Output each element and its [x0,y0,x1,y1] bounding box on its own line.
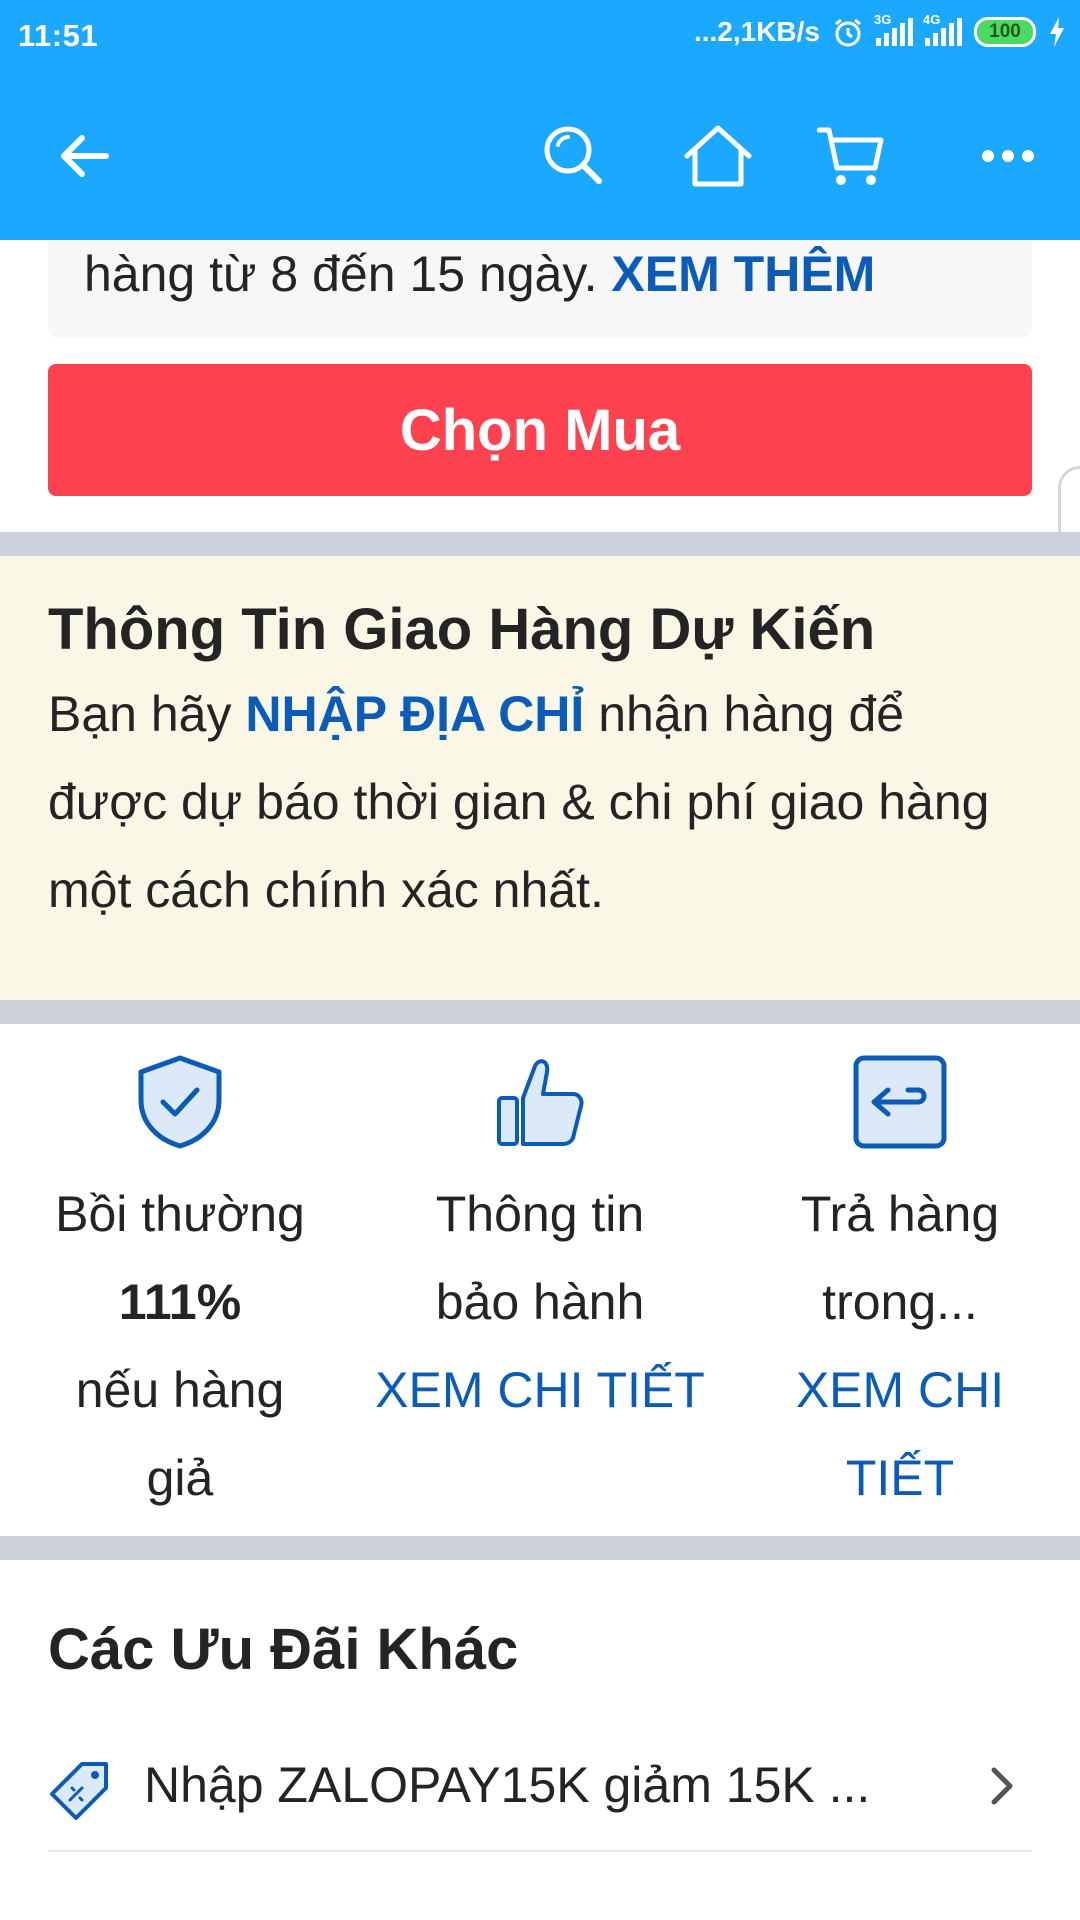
divider [0,1000,1080,1024]
see-more-link[interactable]: XEM THÊM [611,246,875,302]
benefit-text: Bồi thường 111% nếu hàng giả [55,1186,305,1506]
cart-icon [817,127,884,185]
shield-check-icon [138,1055,222,1149]
thumbs-up-icon [497,1059,584,1146]
benefit-return: Trả hàng trong... XEM CHI TIẾT [720,1052,1080,1522]
signal-icon: 3G [874,12,913,46]
search-icon [544,126,602,184]
more-button[interactable] [964,112,1052,200]
enter-address-link[interactable]: NHẬP ĐỊA CHỈ [245,686,584,742]
charging-icon [1050,17,1064,47]
view-details-link[interactable]: XEM CHI TIẾT [720,1346,1080,1522]
section-title: Các Ưu Đãi Khác [48,1617,519,1682]
other-offers-section: Các Ưu Đãi Khác Nhập ZALOPAY15K giảm 15K… [0,1564,1080,1920]
network-speed: ...2,1KB/s [693,16,820,47]
home-icon [684,125,752,187]
chevron-right-icon [991,1767,1013,1805]
battery-icon: 100 [974,17,1036,47]
section-title: Thông Tin Giao Hàng Dự Kiến [48,597,876,662]
divider [0,532,1080,556]
status-icons: ...2,1KB/s 3G 4G 100 [693,12,1066,48]
more-icon [982,150,1034,162]
view-details-link[interactable]: XEM CHI TIẾT [360,1346,720,1434]
benefit-compensation: Bồi thường 111% nếu hàng giả [0,1052,360,1522]
offer-item[interactable]: Nhập ZALOPAY15K giảm 15K ... [48,1732,1032,1852]
buy-button[interactable]: Chọn Mua [48,364,1032,496]
return-icon [853,1055,947,1149]
cart-button[interactable] [808,112,896,200]
shipping-info-section: Thông Tin Giao Hàng Dự Kiến Bạn hãy NHẬP… [0,556,1080,1000]
alarm-icon [835,18,861,47]
benefit-text: Trả hàng trong... [800,1186,1000,1330]
benefit-warranty: Thông tin bảo hành XEM CHI TIẾT [360,1052,720,1434]
divider [0,1536,1080,1560]
back-arrow-icon [61,135,109,177]
top-nav [0,72,1080,240]
signal-icon: 4G [923,12,962,46]
home-button[interactable] [674,112,762,200]
offer-label: Nhập ZALOPAY15K giảm 15K ... [144,1757,871,1813]
shipping-note-card: hàng từ 8 đến 15 ngày. XEM THÊM [48,240,1032,338]
search-button[interactable] [530,112,618,200]
status-bar: 11:51 ...2,1KB/s 3G 4G 100 [0,0,1080,72]
back-button[interactable] [40,112,128,200]
benefits-section: Bồi thường 111% nếu hàng giả Thông tin b… [0,1024,1080,1536]
shipping-description: Bạn hãy NHẬP ĐỊA CHỈ nhận hàng để được d… [48,686,990,918]
benefit-text: Thông tin bảo hành [435,1186,645,1330]
coupon-icon [50,1762,108,1820]
shipping-note: hàng từ 8 đến 15 ngày. XEM THÊM [84,246,876,302]
clock: 11:51 [18,18,99,53]
